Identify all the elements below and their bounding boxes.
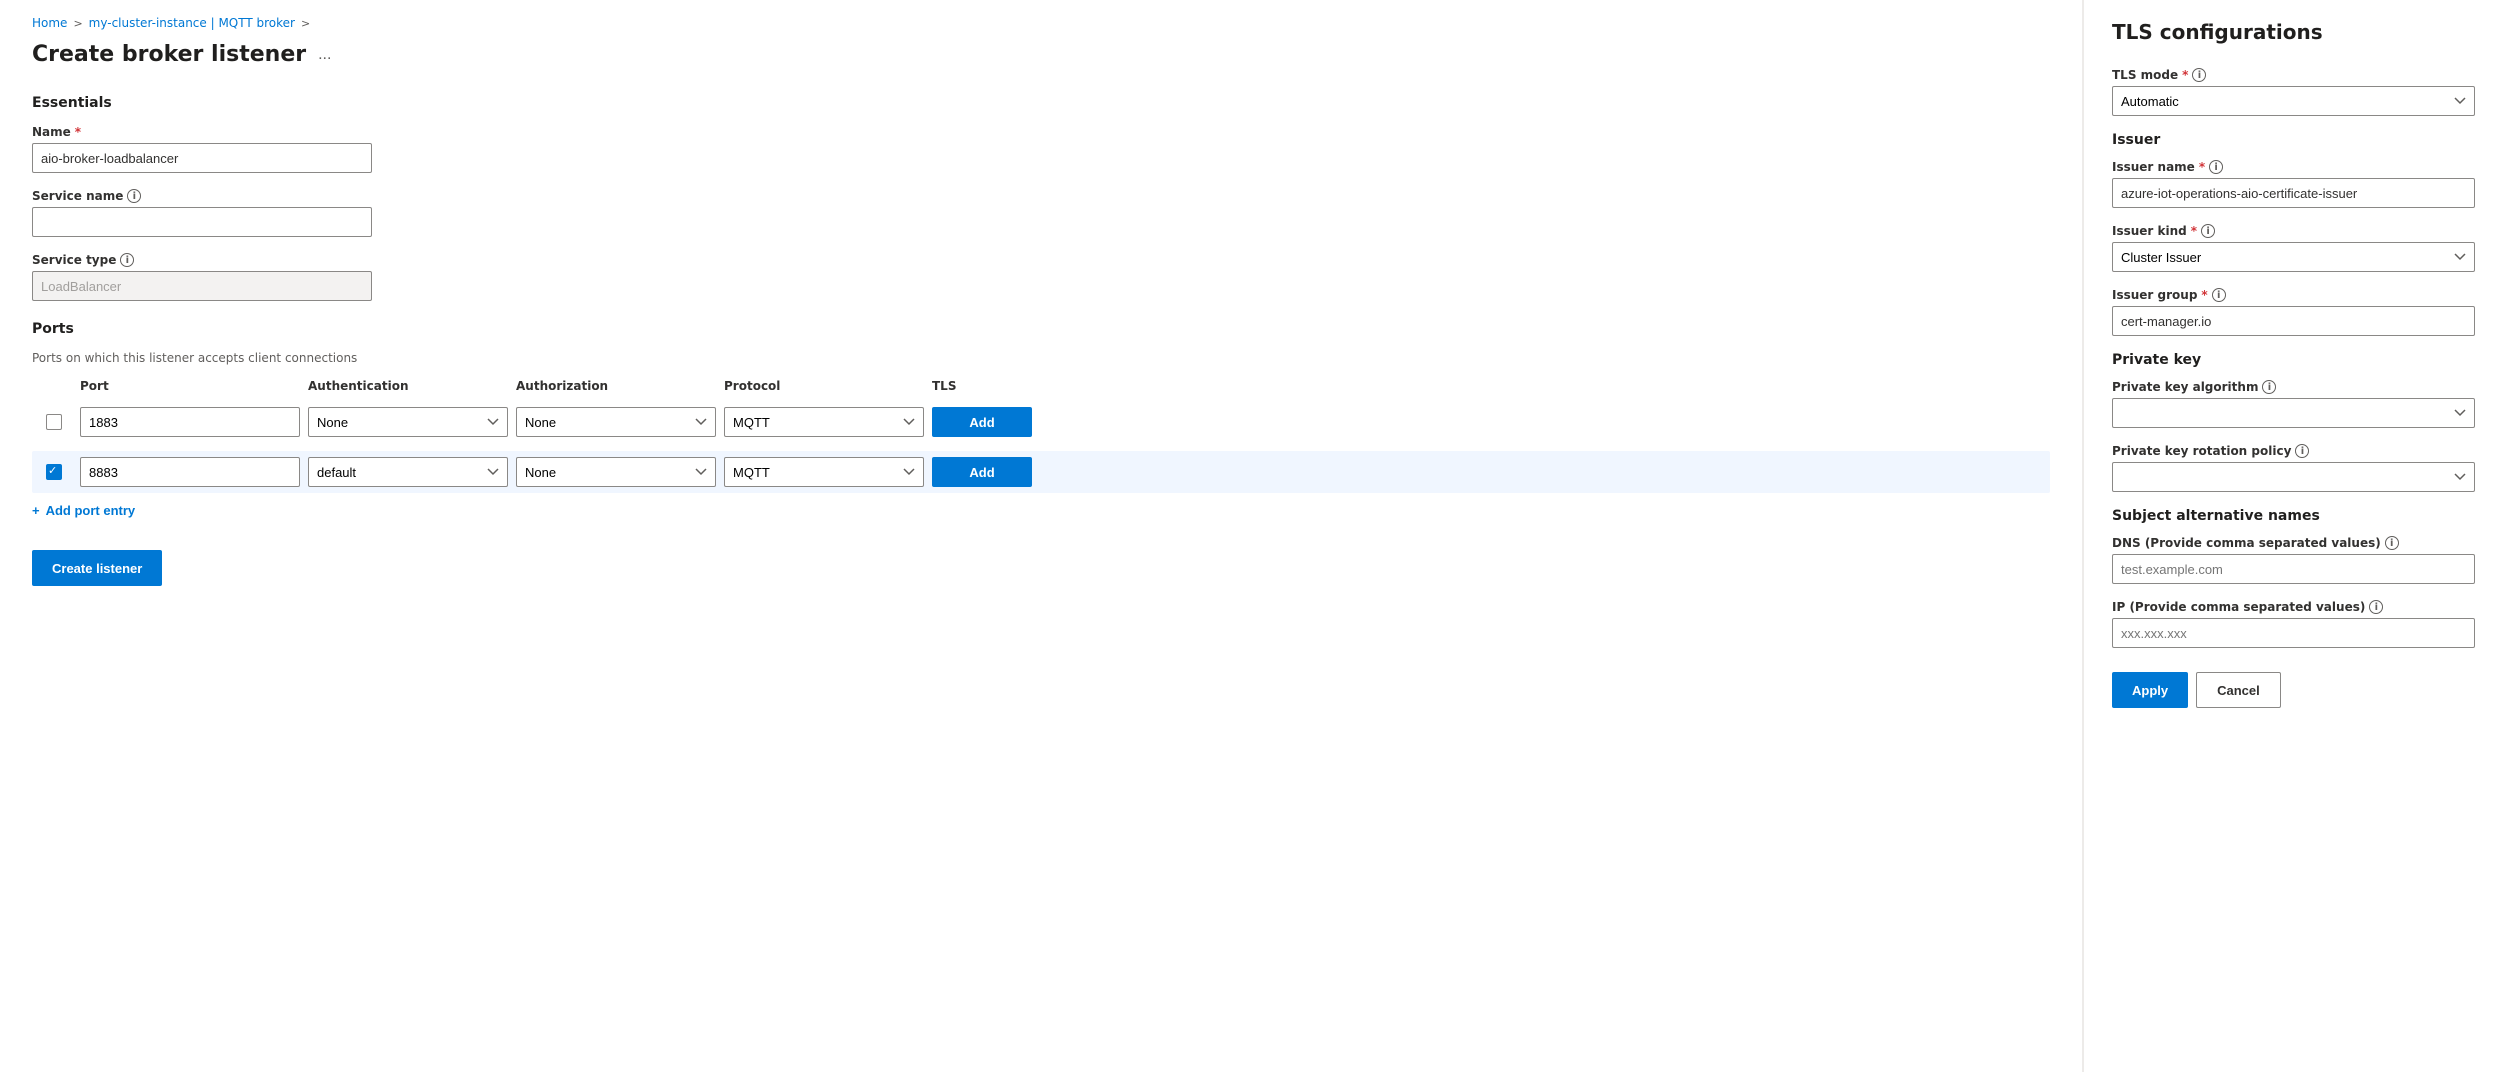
right-panel: TLS configurations TLS mode * i Automati… — [2083, 0, 2503, 1072]
header-authentication: Authentication — [308, 379, 508, 393]
apply-button[interactable]: Apply — [2112, 672, 2188, 708]
auth-dropdown-1[interactable]: None default — [308, 407, 508, 437]
service-type-input — [32, 271, 372, 301]
service-type-label: Service type i — [32, 253, 2050, 267]
tls-mode-dropdown[interactable]: Automatic Manual Disabled — [2112, 86, 2475, 116]
name-label: Name * — [32, 125, 2050, 139]
issuer-section-title: Issuer — [2112, 132, 2475, 148]
private-key-rotation-label: Private key rotation policy i — [2112, 444, 2475, 458]
plus-icon: + — [32, 503, 40, 518]
ellipsis-button[interactable]: ... — [314, 44, 335, 66]
service-type-info-icon: i — [120, 253, 134, 267]
port-checkbox-2[interactable] — [46, 464, 62, 480]
issuer-name-input[interactable] — [2112, 178, 2475, 208]
port-checkbox-1[interactable] — [46, 414, 62, 430]
header-authorization: Authorization — [516, 379, 716, 393]
authz-dropdown-2[interactable]: None — [516, 457, 716, 487]
ip-group: IP (Provide comma separated values) i — [2112, 600, 2475, 648]
tls-mode-required: * — [2182, 68, 2188, 82]
protocol-dropdown-2[interactable]: MQTT — [724, 457, 924, 487]
issuer-group-required: * — [2201, 288, 2207, 302]
issuer-kind-label: Issuer kind * i — [2112, 224, 2475, 238]
issuer-name-label: Issuer name * i — [2112, 160, 2475, 174]
authz-dropdown-1[interactable]: None — [516, 407, 716, 437]
tls-mode-group: TLS mode * i Automatic Manual Disabled — [2112, 68, 2475, 116]
left-panel: Home > my-cluster-instance | MQTT broker… — [0, 0, 2083, 1072]
header-port: Port — [80, 379, 300, 393]
checkbox-cell-1 — [36, 414, 72, 430]
checkbox-cell-2 — [36, 464, 72, 480]
ip-label: IP (Provide comma separated values) i — [2112, 600, 2475, 614]
port-row-1: None default None MQTT Add — [32, 401, 2050, 443]
dns-label: DNS (Provide comma separated values) i — [2112, 536, 2475, 550]
service-name-label: Service name i — [32, 189, 2050, 203]
auth-dropdown-2[interactable]: default None — [308, 457, 508, 487]
ports-section: Ports Ports on which this listener accep… — [32, 321, 2050, 518]
service-name-group: Service name i — [32, 189, 2050, 237]
private-key-algo-dropdown[interactable]: RSA ECDSA — [2112, 398, 2475, 428]
add-button-2[interactable]: Add — [932, 457, 1032, 487]
service-name-input[interactable] — [32, 207, 372, 237]
private-key-rotation-group: Private key rotation policy i Always Nev… — [2112, 444, 2475, 492]
tls-panel-title: TLS configurations — [2112, 20, 2475, 44]
name-input[interactable] — [32, 143, 372, 173]
issuer-group-input[interactable] — [2112, 306, 2475, 336]
ports-table-header: Port Authentication Authorization Protoc… — [32, 379, 2050, 393]
port-input-2[interactable] — [80, 457, 300, 487]
private-key-algo-info-icon: i — [2262, 380, 2276, 394]
breadcrumb-home[interactable]: Home — [32, 16, 67, 30]
add-port-entry-button[interactable]: + Add port entry — [32, 503, 135, 518]
issuer-name-group: Issuer name * i — [2112, 160, 2475, 208]
issuer-name-required: * — [2199, 160, 2205, 174]
issuer-kind-group: Issuer kind * i Cluster Issuer Issuer — [2112, 224, 2475, 272]
essentials-title: Essentials — [32, 95, 2050, 111]
name-group: Name * — [32, 125, 2050, 173]
private-key-section-title: Private key — [2112, 352, 2475, 368]
breadcrumb: Home > my-cluster-instance | MQTT broker… — [32, 16, 2050, 30]
ports-title: Ports — [32, 321, 2050, 337]
create-listener-button[interactable]: Create listener — [32, 550, 162, 586]
ports-description: Ports on which this listener accepts cli… — [32, 351, 2050, 365]
breadcrumb-sep2: > — [301, 17, 310, 30]
issuer-group-info-icon: i — [2212, 288, 2226, 302]
add-port-label: Add port entry — [46, 503, 136, 518]
add-button-1[interactable]: Add — [932, 407, 1032, 437]
private-key-algo-label: Private key algorithm i — [2112, 380, 2475, 394]
ip-info-icon: i — [2369, 600, 2383, 614]
breadcrumb-sep1: > — [73, 17, 82, 30]
dns-group: DNS (Provide comma separated values) i — [2112, 536, 2475, 584]
issuer-name-info-icon: i — [2209, 160, 2223, 174]
private-key-rotation-dropdown[interactable]: Always Never — [2112, 462, 2475, 492]
essentials-section: Essentials Name * Service name i Service… — [32, 95, 2050, 301]
issuer-group-label: Issuer group * i — [2112, 288, 2475, 302]
name-required: * — [75, 125, 81, 139]
issuer-kind-dropdown[interactable]: Cluster Issuer Issuer — [2112, 242, 2475, 272]
breadcrumb-cluster[interactable]: my-cluster-instance | MQTT broker — [89, 16, 295, 30]
san-section-title: Subject alternative names — [2112, 508, 2475, 524]
header-tls: TLS — [932, 379, 1032, 393]
port-input-1[interactable] — [80, 407, 300, 437]
private-key-algo-group: Private key algorithm i RSA ECDSA — [2112, 380, 2475, 428]
port-row-2: default None None MQTT Add — [32, 451, 2050, 493]
page-title: Create broker listener — [32, 42, 306, 67]
issuer-kind-info-icon: i — [2201, 224, 2215, 238]
tls-panel-footer: Apply Cancel — [2112, 672, 2475, 708]
dns-input[interactable] — [2112, 554, 2475, 584]
tls-mode-info-icon: i — [2192, 68, 2206, 82]
service-type-group: Service type i — [32, 253, 2050, 301]
header-protocol: Protocol — [724, 379, 924, 393]
protocol-dropdown-1[interactable]: MQTT — [724, 407, 924, 437]
private-key-rotation-info-icon: i — [2295, 444, 2309, 458]
cancel-button[interactable]: Cancel — [2196, 672, 2281, 708]
ip-input[interactable] — [2112, 618, 2475, 648]
page-title-row: Create broker listener ... — [32, 42, 2050, 67]
service-name-info-icon: i — [127, 189, 141, 203]
issuer-group-group: Issuer group * i — [2112, 288, 2475, 336]
issuer-kind-required: * — [2191, 224, 2197, 238]
dns-info-icon: i — [2385, 536, 2399, 550]
tls-mode-label: TLS mode * i — [2112, 68, 2475, 82]
header-checkbox-spacer — [36, 379, 72, 393]
